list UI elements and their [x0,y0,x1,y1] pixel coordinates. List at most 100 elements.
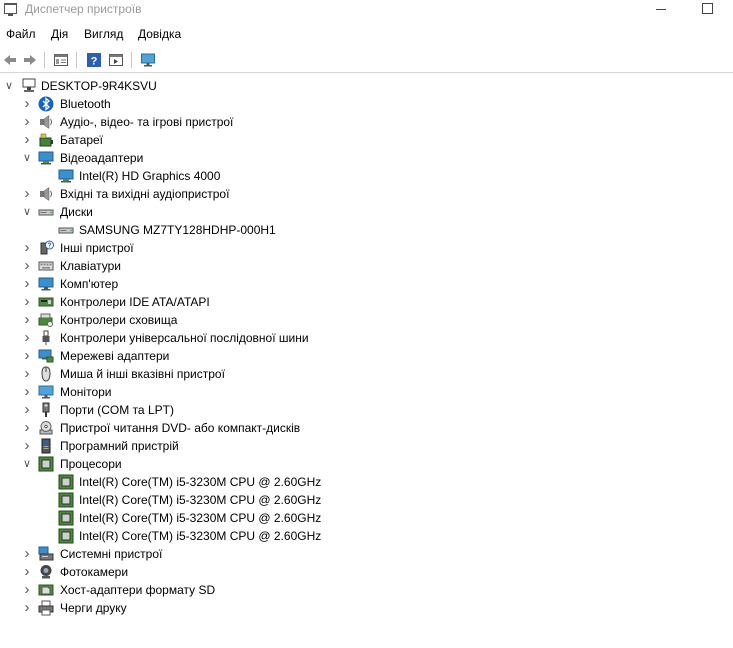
tree-category-item[interactable]: ›? Інші пристрої [0,239,733,257]
chevron-down-icon[interactable]: ∨ [20,455,34,473]
tree-category-item[interactable]: ∨ Диски [0,203,733,221]
category-label: Фотокамери [60,565,129,579]
category-label: Диски [60,205,93,219]
chevron-right-icon[interactable]: › [20,329,34,347]
tree-category-item[interactable]: › Програмний пристрій [0,437,733,455]
menu-help[interactable]: Довідка [138,27,181,41]
back-icon[interactable] [2,52,18,68]
tree-category-item[interactable]: › Монітори [0,383,733,401]
monitor-icon [38,385,54,399]
chevron-right-icon[interactable]: › [20,257,34,275]
tree-device-item[interactable]: Intel(R) HD Graphics 4000 [0,167,733,185]
tree-root-label: DESKTOP-9R4KSVU [41,79,157,93]
chevron-right-icon[interactable]: › [20,131,34,149]
tree-category-item[interactable]: › Миша й інші вказівні пристрої [0,365,733,383]
tree-category-item[interactable]: › Аудіо-, відео- та ігрові пристрої [0,113,733,131]
display-adapter-icon [38,151,54,165]
category-label: Черги друку [60,601,127,615]
device-label: Intel(R) HD Graphics 4000 [79,169,221,183]
category-label: Програмний пристрій [60,439,179,453]
tree-device-item[interactable]: Intel(R) Core(TM) i5-3230M CPU @ 2.60GHz [0,473,733,491]
menu-file[interactable]: Файл [6,27,36,41]
chevron-right-icon[interactable]: › [20,365,34,383]
category-label: Відеоадаптери [60,151,144,165]
processor-icon [58,474,74,490]
category-label: Батареї [60,133,104,147]
tree-device-item[interactable]: Intel(R) Core(TM) i5-3230M CPU @ 2.60GHz [0,509,733,527]
menu-action[interactable]: Дія [51,27,68,41]
mouse-icon [41,366,51,382]
tree-category-item[interactable]: › Клавіатури [0,257,733,275]
toolbar-separator [131,52,132,68]
maximize-button[interactable] [702,3,713,14]
help-icon[interactable]: ? [86,52,102,68]
tree-category-item[interactable]: › Контролери сховища [0,311,733,329]
tree-category-item[interactable]: › Мережеві адаптери [0,347,733,365]
chevron-right-icon[interactable]: › [20,95,34,113]
computer-root-icon [22,78,36,92]
tree-category-item[interactable]: › Фотокамери [0,563,733,581]
tree-category-item[interactable]: › Батареї [0,131,733,149]
device-label: Intel(R) Core(TM) i5-3230M CPU @ 2.60GHz [79,529,322,543]
tree-category-item[interactable]: › Контролери IDE ATA/ATAPI [0,293,733,311]
keyboard-icon [38,261,54,271]
chevron-right-icon[interactable]: › [20,401,34,419]
ide-controller-icon [38,297,54,307]
category-label: Контролери універсальної послідовної шин… [60,331,309,345]
chevron-right-icon[interactable]: › [20,293,34,311]
minimize-button[interactable] [656,0,666,18]
chevron-right-icon[interactable]: › [20,545,34,563]
chevron-right-icon[interactable]: › [20,383,34,401]
tree-category-item[interactable]: ∨ Процесори [0,455,733,473]
chevron-down-icon[interactable]: ∨ [20,149,34,167]
camera-icon [40,565,52,579]
disk-icon [58,227,74,234]
run-icon[interactable] [108,52,124,68]
toolbar-separator [76,52,77,68]
tree-category-item[interactable]: › Порти (COM та LPT) [0,401,733,419]
chevron-right-icon[interactable]: › [20,581,34,599]
chevron-right-icon[interactable]: › [20,239,34,257]
category-label: Аудіо-, відео- та ігрові пристрої [60,115,234,129]
processor-icon [38,456,54,472]
tree-category-item[interactable]: › Черги друку [0,599,733,617]
tree-category-item[interactable]: › Bluetooth [0,95,733,113]
tree-device-item[interactable]: SAMSUNG MZ7TY128HDHP-000H1 [0,221,733,239]
monitor-icon[interactable] [140,52,156,68]
tree-category-item[interactable]: › Вхідні та вихідні аудіопристрої [0,185,733,203]
category-label: Комп'ютер [60,277,119,291]
menu-view[interactable]: Вигляд [84,27,123,41]
chevron-right-icon[interactable]: › [20,311,34,329]
tree-category-item[interactable]: › Пристрої читання DVD- або компакт-дискі… [0,419,733,437]
chevron-right-icon[interactable]: › [20,185,34,203]
tree-category-item[interactable]: ∨ Відеоадаптери [0,149,733,167]
title-bar: Диспетчер пристроїв [0,0,733,20]
tree-category-item[interactable]: › Хост-адаптери формату SD [0,581,733,599]
network-adapter-icon [38,349,54,363]
device-label: Intel(R) Core(TM) i5-3230M CPU @ 2.60GHz [79,511,322,525]
category-label: Клавіатури [60,259,121,273]
chevron-right-icon[interactable]: › [20,275,34,293]
tree-root-item[interactable]: ∨ DESKTOP-9R4KSVU [0,77,733,95]
device-label: Intel(R) Core(TM) i5-3230M CPU @ 2.60GHz [79,493,322,507]
window-title: Диспетчер пристроїв [25,2,142,16]
tree-category-item[interactable]: › Комп'ютер [0,275,733,293]
bluetooth-icon [38,96,54,112]
chevron-right-icon[interactable]: › [20,419,34,437]
tree-category-item[interactable]: › Системні пристрої [0,545,733,563]
disk-icon [38,209,54,216]
chevron-down-icon[interactable]: ∨ [20,203,34,221]
chevron-right-icon[interactable]: › [20,599,34,617]
category-label: Інші пристрої [60,241,134,255]
chevron-right-icon[interactable]: › [20,563,34,581]
forward-icon[interactable] [22,52,38,68]
chevron-right-icon[interactable]: › [20,347,34,365]
tree-device-item[interactable]: Intel(R) Core(TM) i5-3230M CPU @ 2.60GHz [0,527,733,545]
tree-device-item[interactable]: Intel(R) Core(TM) i5-3230M CPU @ 2.60GHz [0,491,733,509]
properties-icon[interactable] [53,52,69,68]
chevron-right-icon[interactable]: › [20,437,34,455]
tree-category-item[interactable]: › Контролери універсальної послідовної ши… [0,329,733,347]
chevron-down-icon[interactable]: ∨ [2,77,16,95]
category-label: Монітори [60,385,112,399]
chevron-right-icon[interactable]: › [20,113,34,131]
